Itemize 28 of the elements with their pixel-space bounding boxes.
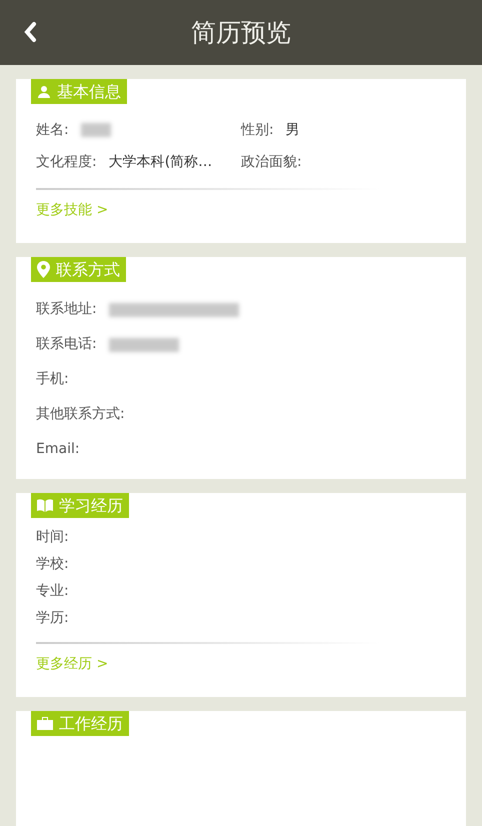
field-label: 其他联系方式: — [36, 405, 125, 424]
field-label: 姓名: — [36, 120, 69, 140]
person-icon — [37, 84, 51, 98]
briefcase-icon — [37, 717, 53, 730]
section-title: 工作经历 — [59, 712, 123, 734]
field-value: 男 — [286, 120, 300, 140]
field-label: 联系电话: — [36, 335, 97, 354]
field-label: 学历: — [36, 609, 69, 628]
more-link[interactable]: 更多经历 > — [36, 654, 446, 675]
section-title: 基本信息 — [57, 80, 121, 102]
field-value: 大学本科(简称… — [108, 152, 212, 172]
field-label: 手机: — [36, 370, 69, 389]
blurred-value — [80, 123, 111, 137]
section-title: 联系方式 — [56, 258, 120, 280]
field-label: 学校: — [36, 555, 69, 574]
location-pin-icon — [37, 261, 50, 278]
field-label: Email: — [36, 440, 80, 459]
blurred-value — [108, 338, 179, 352]
more-link[interactable]: 更多技能 > — [36, 200, 446, 221]
field-label: 政治面貌: — [241, 152, 302, 172]
field-label: 时间: — [36, 528, 69, 547]
field-label: 专业: — [36, 582, 69, 601]
field-label: 文化程度: — [36, 152, 97, 172]
page-title: 简历预览 — [191, 16, 291, 49]
section-title: 学习经历 — [59, 494, 123, 516]
field-label: 性别: — [241, 120, 274, 140]
field-label: 联系地址: — [36, 300, 97, 319]
book-icon — [37, 499, 53, 512]
